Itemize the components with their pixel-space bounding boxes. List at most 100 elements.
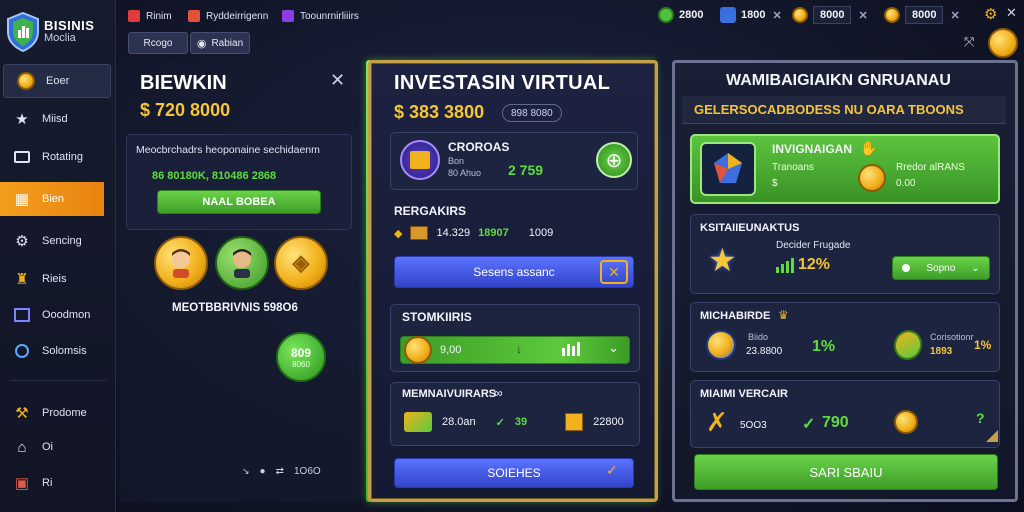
chevron-down-icon[interactable]: ⌄ [608, 340, 619, 356]
top-link-ryddeirrigenn[interactable]: Ryddeirrigenn [188, 8, 268, 24]
close-icon[interactable]: ✕ [1006, 5, 1020, 21]
stocks-bar[interactable] [400, 336, 630, 364]
top-link-toounrnirliiirs[interactable]: Toounrnirliiirs [282, 8, 359, 24]
shop-icon: ▦ [14, 191, 30, 208]
tools-value: 790 [822, 414, 849, 431]
box-icon: ▣ [14, 475, 30, 492]
money-icon [404, 412, 432, 432]
sidebar-item-bien[interactable]: ▦ Bien [0, 182, 104, 216]
sidebar-item-ooodmon[interactable]: Ooodmon [0, 298, 116, 332]
resource-value: 8000 [813, 6, 852, 24]
add-button[interactable]: ⊕ [596, 142, 632, 178]
footer-value: 1O6O [293, 466, 321, 477]
confirm-button[interactable]: SARI SBAIU [694, 454, 998, 490]
energy-icon [720, 7, 736, 23]
crown-icon: ♛ [778, 308, 789, 322]
sidebar-item-label: Rotating [42, 151, 83, 163]
sidebar-item-miisd[interactable]: ★ Miisd [0, 102, 116, 136]
sidebar-item-label: Eoer [46, 75, 70, 87]
bars-icon [562, 342, 580, 356]
reward-caption: MEOTBBRIVNIS 598O6 [172, 302, 298, 314]
badge-subvalue: 8060 [292, 359, 310, 369]
close-icon[interactable]: ✕ [950, 9, 959, 22]
signal-bars-icon [776, 258, 794, 273]
investment-value: 22800 [593, 416, 624, 428]
hand-icon: ✋ [860, 140, 878, 156]
sidebar: BISINIS Moclia Eoer ★ Miisd Rotating ▦ B… [0, 0, 116, 512]
dropdown-label: Sopno [926, 262, 956, 274]
sidebar-item-oi[interactable]: ⌂ Oi [0, 430, 116, 464]
sidebar-item-prodome[interactable]: ⚒ Prodome [0, 396, 116, 430]
sidebar-item-sencing[interactable]: ⚙ Sencing [0, 224, 116, 258]
sidebar-item-rieis[interactable]: ♜ Rieis [0, 262, 116, 296]
coin-shop-button[interactable] [988, 28, 1018, 58]
coin-stack-icon [404, 336, 432, 364]
expand-icon[interactable]: ⤧ [964, 34, 980, 50]
logo-title: BISINIS [44, 18, 95, 34]
coin-icon [884, 7, 900, 23]
investments-row: 28.0an ✓ 39 22800 [404, 412, 624, 432]
tab-label: Rabian [211, 37, 244, 49]
featured-value: 0.00 [896, 178, 916, 189]
close-icon[interactable]: ✕ [600, 260, 628, 284]
arrow-down-icon: ↓ [516, 342, 522, 356]
reward-badge[interactable]: 809 8060 [276, 332, 326, 382]
resource-gold-1: 8000 ✕ [792, 6, 868, 24]
sidebar-item-solomsis[interactable]: Solomsis [0, 334, 116, 368]
settings-icon: ◉ [196, 37, 207, 50]
status-label: Decider Frugade [776, 240, 851, 251]
avatar[interactable] [215, 236, 269, 290]
resource-value: 2800 [679, 9, 704, 21]
avatar[interactable] [154, 236, 208, 290]
sidebar-item-rotating[interactable]: Rotating [0, 140, 116, 174]
status-title: KSITAIIEUNAKTUS [700, 222, 800, 234]
button-label: Sesens assanc [473, 265, 555, 279]
orb-icon [706, 330, 736, 360]
resource-value: 8000 [905, 6, 944, 24]
panel-footer: ↘ ● ⇄ 1O6O [242, 466, 321, 477]
tab-rcogo[interactable]: Rcogo [128, 32, 188, 54]
balance-value: $ 720 8000 [140, 100, 231, 120]
dot-icon: ● [259, 466, 266, 477]
investment-value: 28.0an [442, 416, 476, 428]
sidebar-item-eoer[interactable]: Eoer [3, 64, 111, 98]
featured-label: $ [772, 178, 778, 189]
top-link-label: Ryddeirrigenn [206, 10, 269, 22]
gem-logo-icon [714, 153, 742, 183]
top-link-label: Toounrnirliiirs [300, 10, 359, 22]
resource-value: 1800 [741, 9, 766, 21]
featured-label: Rredor alRANS [896, 162, 965, 173]
panel-title: WAMIBAIGIAIKN GNRUANAU [726, 72, 951, 89]
chevron-down-icon: ⌄ [971, 262, 980, 274]
invest-button[interactable]: Sesens assanc [394, 256, 634, 288]
featured-label: Tranoans [772, 162, 814, 173]
settings-gear-icon[interactable]: ⚙ [984, 5, 1000, 23]
tools-title: MIAIMI VERCAIR [700, 388, 788, 400]
market-value: 1893 [930, 346, 953, 357]
offer-button[interactable]: NAAL BOBEA [157, 190, 321, 214]
tab-rabian[interactable]: ◉ Rabian [190, 32, 250, 54]
asset-value: 2 759 [508, 162, 544, 178]
dot-icon [902, 264, 911, 272]
app-logo[interactable]: BISINIS Moclia [6, 10, 110, 54]
help-icon[interactable]: ? [976, 410, 985, 426]
scroll-icon: ⇄ [275, 466, 284, 477]
top-link-rinim[interactable]: Rinim [128, 8, 172, 24]
sidebar-item-ri[interactable]: ▣ Ri [0, 466, 116, 500]
gear-icon: ⚙ [15, 233, 29, 250]
chest-icon [410, 226, 429, 240]
arrow-icon: ↘ [242, 466, 250, 476]
close-icon[interactable]: ✕ [858, 9, 867, 22]
panel-title: INVESTASIN VIRTUAL [394, 72, 611, 94]
sidebar-item-label: Bien [42, 193, 65, 205]
resource-green: 2800 [658, 6, 703, 24]
gold-token-icon[interactable]: ◈ [274, 236, 328, 290]
tools-icon: ⚒ [15, 405, 29, 422]
status-dropdown[interactable]: Sopno ⌄ [892, 256, 990, 280]
close-icon[interactable]: ✕ [772, 9, 781, 22]
chart-icon [12, 305, 32, 325]
submit-button[interactable]: SOIEHES [394, 458, 634, 488]
close-icon[interactable]: ✕ [330, 70, 345, 91]
corner-decoration [986, 430, 998, 442]
app-icon [188, 10, 200, 22]
